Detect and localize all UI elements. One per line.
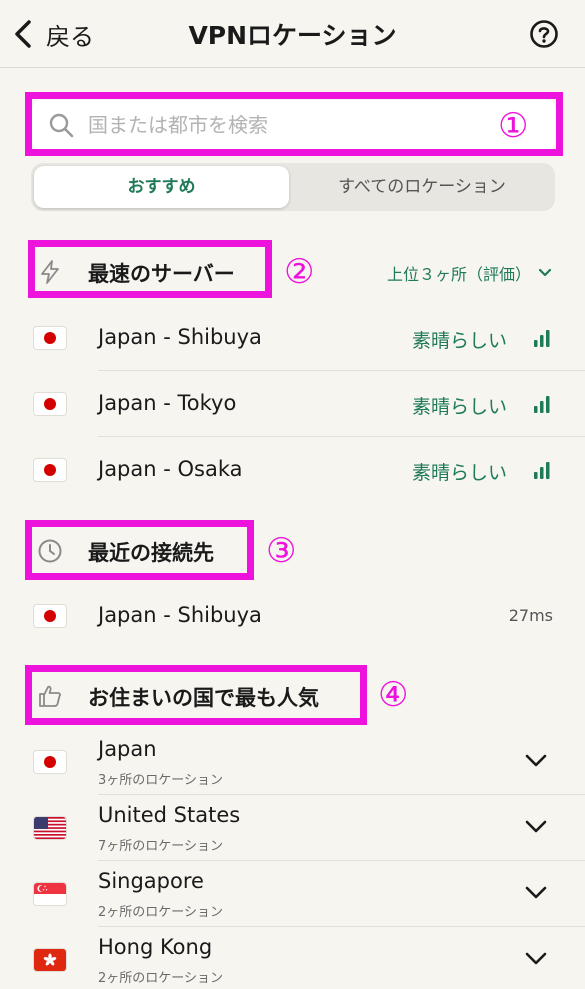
server-name: Japan - Shibuya bbox=[98, 603, 262, 627]
chevron-down-icon[interactable] bbox=[525, 886, 547, 900]
signal-bars-icon bbox=[534, 330, 550, 347]
country-row-hong-kong[interactable]: Hong Kong 2ヶ所のロケーション bbox=[0, 927, 585, 989]
help-icon[interactable] bbox=[529, 19, 559, 49]
annotation-label-1: ① bbox=[498, 106, 529, 146]
sort-dropdown[interactable]: 上位３ヶ所（評価） bbox=[387, 261, 553, 285]
country-name: Hong Kong bbox=[98, 935, 213, 959]
nav-header: 戻る VPNロケーション bbox=[0, 0, 585, 68]
location-count: 2ヶ所のロケーション bbox=[98, 905, 224, 920]
singapore-flag-icon bbox=[34, 883, 66, 905]
location-count: 2ヶ所のロケーション bbox=[98, 971, 224, 986]
country-name: Singapore bbox=[98, 869, 204, 893]
quality-label: 素晴らしい bbox=[411, 396, 507, 418]
server-name: Japan - Osaka bbox=[98, 457, 243, 481]
server-row[interactable]: Japan - Osaka 素晴らしい bbox=[0, 437, 585, 503]
japan-flag-icon bbox=[34, 327, 66, 349]
country-name: United States bbox=[98, 803, 241, 827]
sort-label: 上位３ヶ所（評価） bbox=[386, 265, 531, 284]
chevron-down-icon[interactable] bbox=[525, 952, 547, 966]
country-row-singapore[interactable]: Singapore 2ヶ所のロケーション bbox=[0, 861, 585, 927]
tab-all-locations[interactable]: すべてのロケーション bbox=[293, 166, 551, 208]
annotation-box-3 bbox=[25, 520, 254, 580]
server-row[interactable]: Japan - Tokyo 素晴らしい bbox=[0, 371, 585, 437]
server-name: Japan - Shibuya bbox=[98, 325, 262, 349]
japan-flag-icon bbox=[34, 393, 66, 415]
annotation-box-4 bbox=[25, 665, 367, 725]
page-title: VPNロケーション bbox=[188, 21, 397, 50]
ping-label: 27ms bbox=[508, 606, 553, 625]
signal-bars-icon bbox=[534, 396, 550, 413]
chevron-down-icon[interactable] bbox=[525, 754, 547, 768]
country-name: Japan bbox=[98, 737, 157, 761]
annotation-box-1 bbox=[25, 92, 563, 156]
japan-flag-icon bbox=[34, 459, 66, 481]
annotation-label-2: ② bbox=[284, 252, 315, 292]
japan-flag-icon bbox=[34, 751, 66, 773]
annotation-label-3: ③ bbox=[266, 531, 297, 571]
annotation-box-2 bbox=[28, 240, 272, 298]
country-row-japan[interactable]: Japan 3ヶ所のロケーション bbox=[0, 729, 585, 795]
hong-kong-flag-icon bbox=[34, 949, 66, 971]
annotation-label-4: ④ bbox=[378, 675, 409, 715]
server-row[interactable]: Japan - Shibuya 素晴らしい bbox=[0, 305, 585, 371]
chevron-down-icon[interactable] bbox=[525, 820, 547, 834]
recent-row[interactable]: Japan - Shibuya 27ms bbox=[0, 583, 585, 649]
country-row-united-states[interactable]: United States 7ヶ所のロケーション bbox=[0, 795, 585, 861]
quality-label: 素晴らしい bbox=[411, 330, 507, 352]
quality-label: 素晴らしい bbox=[411, 462, 507, 484]
segmented-control: おすすめ すべてのロケーション bbox=[31, 163, 555, 211]
signal-bars-icon bbox=[534, 462, 550, 479]
tab-recommended[interactable]: おすすめ bbox=[34, 166, 289, 208]
location-count: 7ヶ所のロケーション bbox=[98, 839, 224, 854]
chevron-down-icon bbox=[538, 268, 552, 277]
vpn-locations-screen: 戻る VPNロケーション ① おすすめ すべてのロケーション 最速のサーバー ②… bbox=[0, 0, 585, 989]
location-count: 3ヶ所のロケーション bbox=[98, 773, 224, 788]
server-name: Japan - Tokyo bbox=[98, 391, 237, 415]
us-flag-icon bbox=[34, 817, 66, 839]
japan-flag-icon bbox=[34, 605, 66, 627]
